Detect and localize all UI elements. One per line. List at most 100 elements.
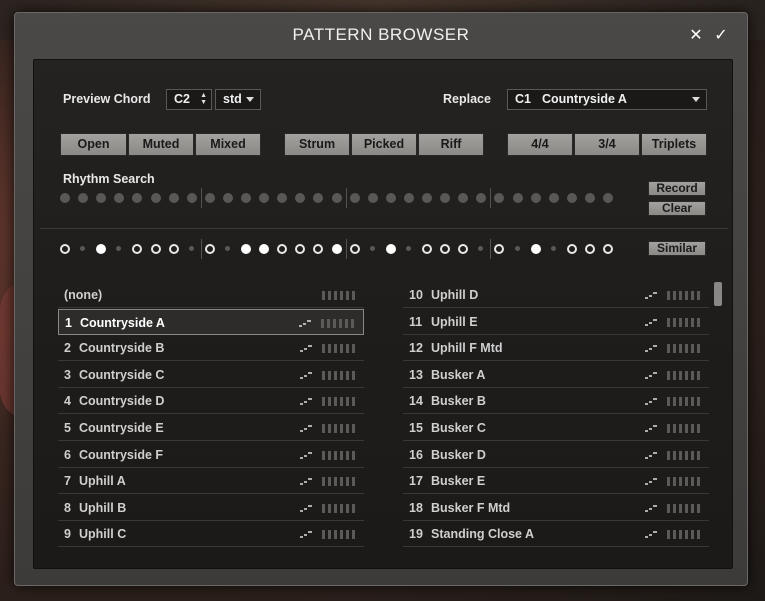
pattern-number: 1 [65,315,72,330]
clear-button[interactable]: Clear [648,201,706,216]
pattern-number: 10 [409,288,423,302]
pattern-wave-icon [645,398,657,406]
rhythm-step[interactable] [222,193,233,203]
muted-button[interactable]: Muted [128,133,194,156]
rhythm-step[interactable] [566,193,577,203]
pattern-list-item[interactable]: 15 Busker C [403,415,709,441]
rhythm-step[interactable] [349,193,360,203]
rhythm-step[interactable] [168,193,179,203]
rhythm-step [385,244,396,254]
pattern-wave-icon [300,478,312,485]
pattern-list-item[interactable]: 18 Busker F Mtd [403,495,709,521]
riff-button[interactable]: Riff [418,133,484,156]
pattern-list-item[interactable]: 19 Standing Close A [403,521,709,548]
pattern-list-item[interactable]: 14 Busker B [403,388,709,415]
replace-label: Replace [443,92,491,106]
pattern-number: 4 [64,394,71,409]
rhythm-step[interactable] [476,193,487,203]
rhythm-step [224,246,230,251]
rhythm-step[interactable] [440,193,451,203]
rhythm-step[interactable] [78,193,89,203]
rhythm-step[interactable] [241,193,251,203]
pattern-list-item[interactable]: 17 Busker E [403,468,709,495]
rhythm-step[interactable] [331,193,342,203]
pattern-list-item[interactable]: 5 Countryside E [58,415,364,441]
pattern-number: 13 [409,367,423,382]
pattern-list-item[interactable]: 2 Countryside B [58,335,364,362]
rhythm-step[interactable] [458,193,469,203]
rhythm-step[interactable] [96,193,107,203]
rhythm-step[interactable] [494,193,505,203]
rhythm-step[interactable] [530,193,541,203]
rhythm-step[interactable] [512,193,523,203]
rhythm-step [277,244,288,254]
pattern-list-item[interactable]: 6 Countryside F [58,442,364,468]
strum-button[interactable]: Strum [284,133,350,156]
time-34-button[interactable]: 3/4 [574,133,640,156]
pattern-list-item[interactable]: 11 Uphill E [403,309,709,335]
rhythm-step[interactable] [295,193,306,203]
pattern-wave-icon [645,425,657,432]
pattern-list-item[interactable]: 1 Countryside A [58,308,364,335]
pattern-name: Countryside B [79,341,165,356]
rhythm-step[interactable] [204,193,215,203]
pattern-list-item[interactable]: 9 Uphill C [58,521,364,548]
rhythm-step[interactable] [403,193,414,203]
pattern-meter [667,317,701,327]
rhythm-step[interactable] [132,193,143,203]
mixed-button[interactable]: Mixed [195,133,261,156]
pattern-list-item[interactable]: 4 Countryside D [58,388,364,415]
chord-type-dropdown[interactable]: std [215,89,261,110]
rhythm-step[interactable] [150,193,161,203]
rhythm-step[interactable] [603,193,613,203]
rhythm-step[interactable] [259,193,270,203]
record-button[interactable]: Record [648,181,706,196]
pattern-list-item[interactable]: 13 Busker A [403,362,709,388]
scrollbar-thumb[interactable] [714,282,722,306]
pattern-list-item[interactable]: 16 Busker D [403,442,709,468]
rhythm-step[interactable] [186,193,197,203]
triplets-button[interactable]: Triplets [641,133,707,156]
rhythm-step[interactable] [422,193,432,203]
beat-separator [200,188,202,208]
pattern-name: Busker C [431,421,486,435]
pattern-list-item[interactable]: 8 Uphill B [58,495,364,521]
pattern-name: Countryside D [79,394,165,409]
open-button[interactable]: Open [60,133,127,156]
rhythm-step [188,246,194,251]
pattern-list-item[interactable]: 10 Uphill D [403,282,709,308]
pattern-list-item[interactable]: 3 Countryside C [58,362,364,388]
beat-separator [345,239,347,259]
pattern-list-item[interactable]: 7 Uphill A [58,468,364,495]
rhythm-step[interactable] [313,193,324,203]
check-icon[interactable]: ✓ [712,27,730,45]
time-44-button[interactable]: 4/4 [507,133,573,156]
replace-dropdown[interactable]: C1 Countryside A [507,89,707,110]
pattern-meter [322,450,356,460]
similar-button[interactable]: Similar [648,241,706,256]
rhythm-step[interactable] [114,193,125,203]
pattern-name: Standing Close A [431,527,535,542]
pattern-list-item[interactable]: 12 Uphill F Mtd [403,335,709,362]
pattern-meter [667,424,701,433]
rhythm-step [132,244,143,254]
pattern-name: Countryside F [79,447,164,462]
rhythm-step[interactable] [385,193,396,203]
rhythm-step[interactable] [367,193,378,203]
pattern-number: 3 [64,367,71,382]
rhythm-step[interactable] [584,193,595,203]
pattern-meter [667,344,701,354]
rhythm-step[interactable] [60,193,70,203]
rhythm-search-grid[interactable] [60,188,640,208]
rhythm-step[interactable] [548,193,559,203]
pattern-number: 8 [64,500,71,515]
rhythm-step[interactable] [277,193,288,203]
pattern-meter [322,424,356,433]
pattern-list-item[interactable]: (none) [58,282,364,308]
picked-button[interactable]: Picked [351,133,417,156]
pattern-name: Uphill D [431,288,479,302]
close-icon[interactable]: ✕ [687,27,705,45]
chord-note-value: C2 [174,92,190,106]
chord-type-value: std [223,92,242,106]
chord-note-spinner[interactable]: C2 ▲ ▼ [166,89,212,110]
